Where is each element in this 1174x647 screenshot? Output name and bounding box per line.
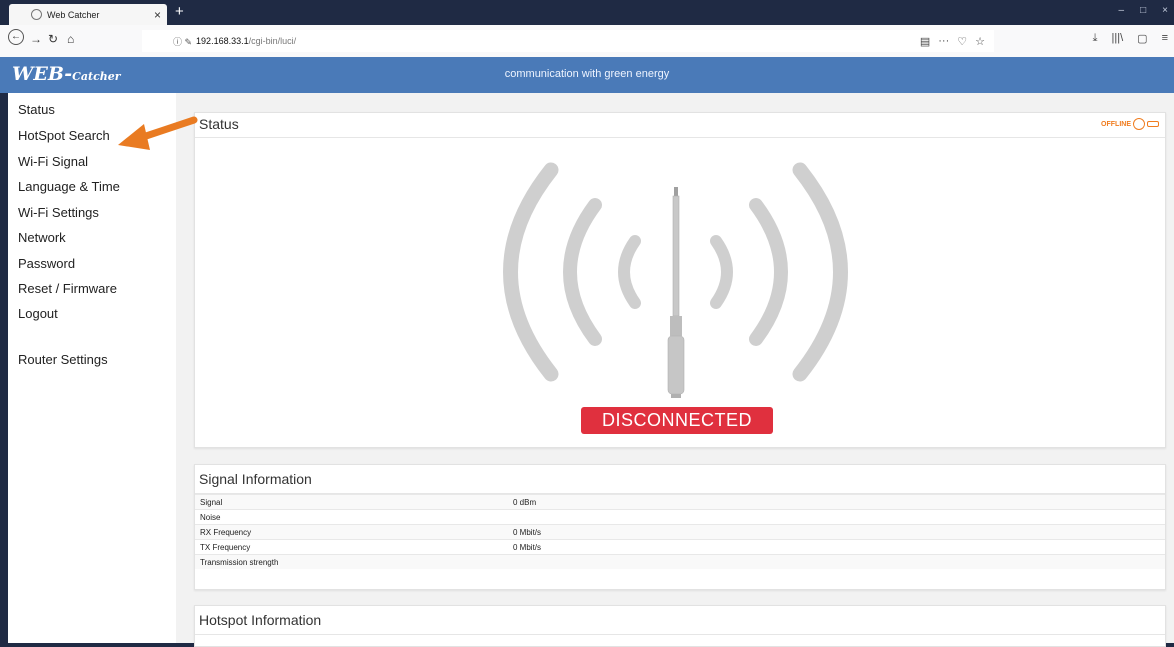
tagline: communication with green energy (504, 68, 670, 80)
favicon-icon (31, 9, 42, 20)
sidebar-item-network[interactable]: Network (18, 230, 66, 245)
table-row: Noise (195, 509, 1165, 525)
download-icon[interactable]: ⤓ (1093, 32, 1098, 45)
signal-value: 0 dBm (508, 494, 1165, 510)
offline-label: OFFLINE (1101, 120, 1131, 128)
url-path: /cgi-bin/luci/ (248, 36, 297, 46)
signal-wave-right-2 (749, 198, 788, 346)
browser-tab[interactable]: Web Catcher × (9, 4, 167, 25)
connection-status-badge: DISCONNECTED (581, 407, 773, 434)
browser-tab-bar: Web Catcher × + – □ × (0, 0, 1174, 25)
antenna-signal-graphic (503, 162, 848, 398)
table-row: RX Frequency 0 Mbit/s (195, 524, 1165, 540)
tab-close-icon[interactable]: × (154, 8, 161, 22)
tx-frequency-label: TX Frequency (195, 539, 508, 555)
signal-info-table: Signal 0 dBm Noise RX Frequency 0 Mbit/s T… (195, 494, 1165, 569)
signal-wave-left-3 (503, 162, 559, 382)
status-card: Status OFFLINE DISCONNECTED (194, 112, 1166, 448)
noise-value (508, 509, 1165, 525)
sidebar-item-password[interactable]: Password (18, 256, 75, 271)
url-actions: ▤ ··· ♡ ☆ (920, 35, 985, 48)
signal-wave-right-3 (792, 162, 848, 382)
app-header: WEB-Catcher communication with green ene… (0, 57, 1174, 93)
library-icon[interactable]: |||\ (1112, 32, 1124, 45)
noise-label: Noise (195, 509, 508, 525)
url-text: 192.168.33.1/cgi-bin/luci/ (196, 36, 296, 46)
hotspot-info-title: Hotspot Information (195, 606, 1165, 635)
sidebar-toggle-icon[interactable]: ▢ (1137, 32, 1147, 45)
signal-wave-left-2 (563, 198, 602, 346)
browser-nav-bar: ← → ↻ ⌂ ⓘ ✎ 192.168.33.1/cgi-bin/luci/ ▤… (0, 25, 1174, 58)
forward-icon[interactable]: → (30, 32, 42, 46)
back-icon[interactable]: ← (8, 29, 24, 45)
sidebar-item-wifi-signal[interactable]: Wi-Fi Signal (18, 154, 88, 169)
antenna-icon (667, 187, 685, 398)
signal-info-card: Signal Information Signal 0 dBm Noise RX … (194, 464, 1166, 590)
table-row: Transmission strength (195, 554, 1165, 569)
rx-frequency-label: RX Frequency (195, 524, 508, 540)
url-host: 192.168.33.1 (196, 36, 249, 46)
new-tab-button[interactable]: + (175, 3, 184, 20)
window-close-button[interactable]: × (1162, 5, 1168, 16)
page-actions-icon[interactable]: ··· (938, 35, 949, 48)
signal-info-title: Signal Information (195, 465, 1165, 494)
url-bar[interactable]: ⓘ ✎ 192.168.33.1/cgi-bin/luci/ ▤ ··· ♡ ☆ (142, 30, 994, 52)
offline-indicator: OFFLINE (1101, 118, 1159, 130)
table-row: TX Frequency 0 Mbit/s (195, 539, 1165, 555)
bookmark-star-icon[interactable]: ☆ (975, 35, 985, 48)
hotspot-info-card: Hotspot Information (194, 605, 1166, 647)
reload-icon[interactable]: ↻ (48, 32, 58, 46)
sidebar-item-router-settings[interactable]: Router Settings (18, 352, 108, 367)
transmission-strength-label: Transmission strength (195, 554, 508, 569)
site-info-icon[interactable]: ⓘ ✎ (173, 35, 192, 48)
sidebar-item-language-time[interactable]: Language & Time (18, 179, 120, 194)
sidebar: Status HotSpot Search Wi-Fi Signal Langu… (8, 93, 176, 643)
sidebar-item-hotspot-search[interactable]: HotSpot Search (18, 128, 110, 143)
tx-frequency-value: 0 Mbit/s (508, 539, 1165, 555)
rx-frequency-value: 0 Mbit/s (508, 524, 1165, 540)
reader-mode-icon[interactable]: ▤ (920, 35, 930, 48)
signal-wave-right-1 (710, 235, 733, 309)
minimize-button[interactable]: – (1119, 5, 1125, 16)
sidebar-item-status[interactable]: Status (18, 102, 55, 117)
signal-label: Signal (195, 494, 508, 510)
tab-title: Web Catcher (47, 9, 100, 20)
sidebar-item-reset-firmware[interactable]: Reset / Firmware (18, 281, 117, 296)
pocket-icon[interactable]: ♡ (957, 35, 967, 48)
transmission-strength-value (508, 554, 1165, 569)
sidebar-item-wifi-settings[interactable]: Wi-Fi Settings (18, 205, 99, 220)
menu-icon[interactable]: ≡ (1162, 32, 1168, 45)
signal-wave-left-1 (618, 235, 641, 309)
page-body: Status HotSpot Search Wi-Fi Signal Langu… (8, 93, 1174, 647)
status-card-title: Status (195, 113, 1165, 138)
router-icon (1147, 121, 1159, 127)
maximize-button[interactable]: □ (1140, 5, 1146, 16)
table-row: Signal 0 dBm (195, 494, 1165, 510)
browser-toolbar: ⤓ |||\ ▢ ≡ (1093, 32, 1168, 45)
sidebar-item-logout[interactable]: Logout (18, 306, 58, 321)
window-controls: – □ × (1119, 5, 1168, 16)
annotation-arrow-icon (118, 116, 198, 150)
home-icon[interactable]: ⌂ (67, 32, 74, 46)
globe-icon (1133, 118, 1145, 130)
